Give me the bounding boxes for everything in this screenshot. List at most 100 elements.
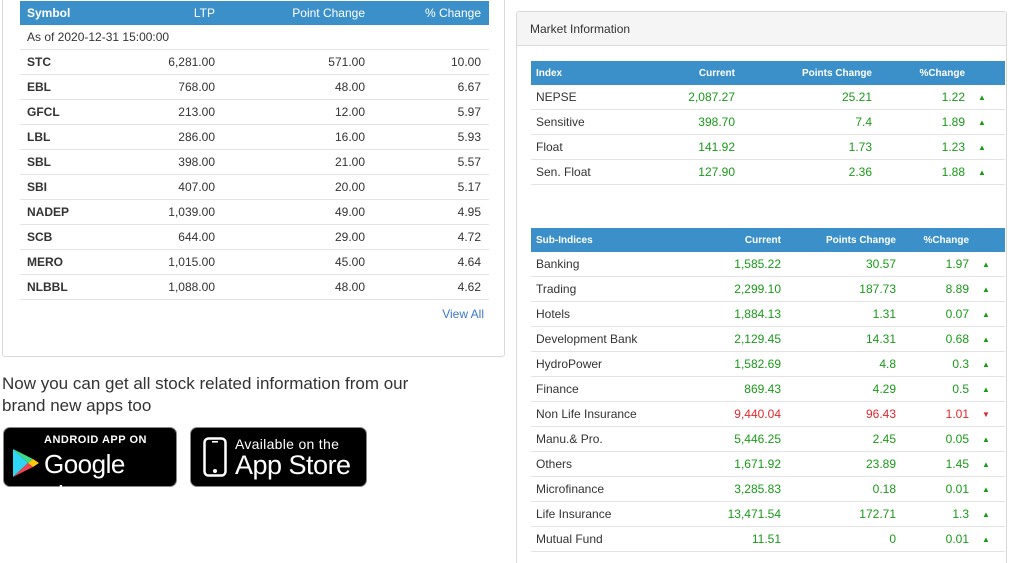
index-current: 3,285.83 [734,482,781,496]
index-current: 2,299.10 [734,282,781,296]
sub-indices-header-row: Sub-Indices Current Points Change %Chang… [531,228,1005,252]
col-sub-indices-header: Sub-Indices [536,234,593,246]
stock-pct-change: 10.00 [450,55,481,69]
stock-pct-change: 4.95 [457,205,481,219]
index-current: 398.70 [698,115,735,129]
table-row[interactable]: NADEP 1,039.00 49.00 4.95 [20,200,489,225]
index-current: 127.90 [698,165,735,179]
index-pct-change: 0.01 [945,532,969,546]
stock-symbol[interactable]: SBL [20,155,125,169]
col-symbol-header[interactable]: Symbol [20,6,125,20]
index-pct-change: 1.45 [945,457,969,471]
table-row: HydroPower 1,582.69 4.8 0.3 ▲ [531,352,1005,377]
index-points-change: 25.21 [841,90,872,104]
col-pct-change-header[interactable]: % Change [365,6,485,20]
index-rows: NEPSE 2,087.27 25.21 1.22 ▲ Sensitive 398.70 7.… [531,85,1005,185]
index-table: Index Current Points Change %Change NEPS… [531,61,1005,185]
app-store-badge[interactable]: Available on the App Store [190,427,367,487]
index-points-change: 2.45 [872,432,896,446]
stock-symbol[interactable]: EBL [20,80,125,94]
col-pct-change-header: %Change [923,234,969,246]
table-row: Float 141.92 1.73 1.23 ▲ [531,135,1005,160]
index-current: 13,471.54 [727,507,781,521]
triangle-up-icon: ▲ [982,334,990,344]
stock-point-change: 45.00 [334,255,365,269]
index-name: Trading [536,282,577,296]
stock-symbol[interactable]: SCB [20,230,125,244]
stock-pct-change: 6.67 [457,80,481,94]
stock-point-change: 48.00 [334,280,365,294]
triangle-up-icon: ▲ [982,534,990,544]
table-row[interactable]: MERO 1,015.00 45.00 4.64 [20,250,489,275]
stock-pct-change: 5.57 [457,155,481,169]
triangle-up-icon: ▲ [982,384,990,394]
table-row[interactable]: EBL 768.00 48.00 6.67 [20,75,489,100]
triangle-up-icon: ▲ [982,259,990,269]
stock-point-change: 29.00 [334,230,365,244]
triangle-up-icon: ▲ [982,484,990,494]
table-row: Finance 869.43 4.29 0.5 ▲ [531,377,1005,402]
table-row[interactable]: SBI 407.00 20.00 5.17 [20,175,489,200]
index-points-change: 0 [889,532,896,546]
index-points-change: 14.31 [865,332,896,346]
triangle-up-icon: ▲ [978,142,986,152]
index-current: 2,087.27 [688,90,735,104]
stock-ltp: 1,088.00 [168,280,215,294]
stock-symbol[interactable]: NLBBL [20,280,125,294]
market-information-title: Market Information [517,12,1006,46]
stock-point-change: 12.00 [334,105,365,119]
table-row[interactable]: NLBBL 1,088.00 48.00 4.62 [20,275,489,300]
triangle-up-icon: ▲ [978,167,986,177]
index-name: Finance [536,382,579,396]
table-row: Banking 1,585.22 30.57 1.97 ▲ [531,252,1005,277]
view-all-link[interactable]: View All [442,307,484,321]
table-row[interactable]: SBL 398.00 21.00 5.57 [20,150,489,175]
stock-ltp: 213.00 [178,105,215,119]
stock-symbol[interactable]: MERO [20,255,125,269]
table-row: Sensitive 398.70 7.4 1.89 ▲ [531,110,1005,135]
table-row[interactable]: LBL 286.00 16.00 5.93 [20,125,489,150]
col-points-change-header: Points Change [801,67,872,79]
stock-symbol[interactable]: STC [20,55,125,69]
stock-ltp: 1,015.00 [168,255,215,269]
index-points-change: 187.73 [859,282,896,296]
stock-symbol[interactable]: NADEP [20,205,125,219]
index-pct-change: 0.68 [945,332,969,346]
stock-pct-change: 4.72 [457,230,481,244]
stock-symbol[interactable]: GFCL [20,105,125,119]
triangle-up-icon: ▲ [978,117,986,127]
table-row[interactable]: GFCL 213.00 12.00 5.97 [20,100,489,125]
stock-pct-change: 5.93 [457,130,481,144]
stock-symbol[interactable]: LBL [20,130,125,144]
stock-ltp: 398.00 [178,155,215,169]
index-current: 1,884.13 [734,307,781,321]
stock-pct-change: 5.17 [457,180,481,194]
col-point-change-header[interactable]: Point Change [215,6,365,20]
table-row[interactable]: STC 6,281.00 571.00 10.00 [20,50,489,75]
table-row: Life Insurance 13,471.54 172.71 1.3 ▲ [531,502,1005,527]
stock-point-change: 48.00 [334,80,365,94]
col-ltp-header[interactable]: LTP [125,6,215,20]
index-current: 1,582.69 [734,357,781,371]
stock-symbol[interactable]: SBI [20,180,125,194]
index-current: 1,671.92 [734,457,781,471]
index-points-change: 30.57 [865,257,896,271]
col-current-header: Current [698,67,735,79]
index-current: 2,129.45 [734,332,781,346]
index-points-change: 7.4 [855,115,872,129]
stock-ltp: 286.00 [178,130,215,144]
google-play-badge[interactable]: ANDROID APP ON Google play [3,427,177,510]
triangle-up-icon: ▲ [982,509,990,519]
stock-point-change: 21.00 [334,155,365,169]
stock-ltp: 768.00 [178,80,215,94]
index-current: 141.92 [698,140,735,154]
index-name: Others [536,457,573,471]
table-row[interactable]: SCB 644.00 29.00 4.72 [20,225,489,250]
index-current: 5,446.25 [734,432,781,446]
sub-indices-rows: Banking 1,585.22 30.57 1.97 ▲ Trading 2,299.10… [531,252,1005,552]
stock-pct-change: 4.62 [457,280,481,294]
index-name: Mutual Fund [536,532,603,546]
index-pct-change: 0.01 [945,482,969,496]
phone-icon [203,437,227,477]
table-row: Hotels 1,884.13 1.31 0.07 ▲ [531,302,1005,327]
